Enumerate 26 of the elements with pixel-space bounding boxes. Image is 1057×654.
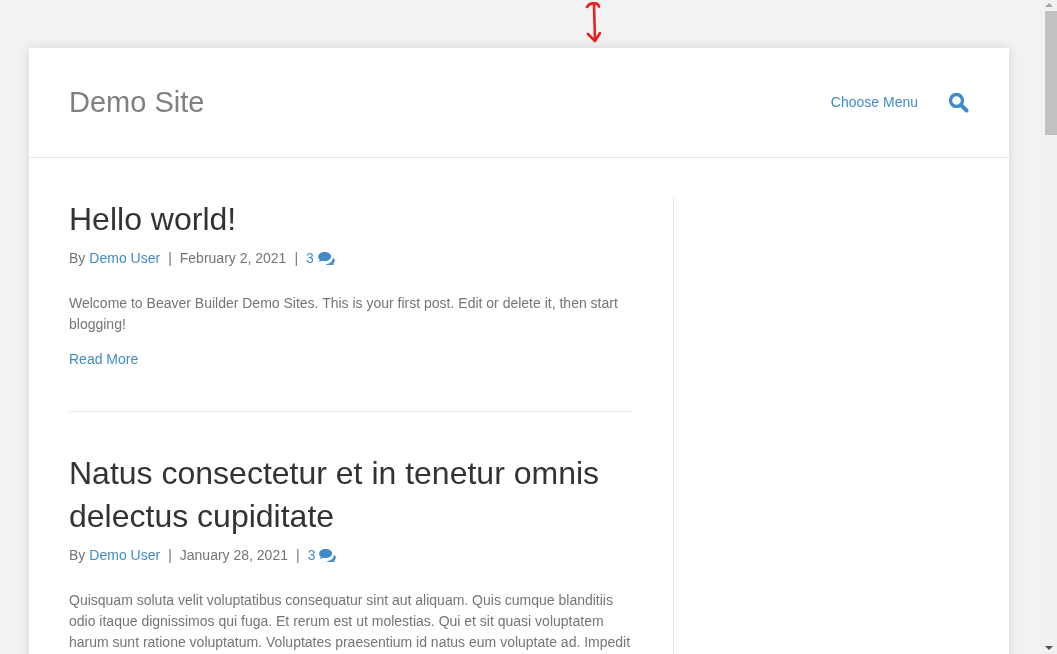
search-icon bbox=[948, 92, 969, 113]
post-excerpt: Quisquam soluta velit voluptatibus consequatur sint aut aliquam. Quis cumque blanditiis odio itaque dignissimos qui fuga. Et rerum est ut molestias. Qui et sit quasi voluptatem harum sunt ratione voluptatum. Voluptates praesentium id natus eum voluptate ad. Impedit bbox=[69, 591, 632, 652]
comments-icon bbox=[319, 549, 337, 562]
scroll-up-arrow-icon[interactable] bbox=[1044, 3, 1053, 7]
scrollbar-thumb[interactable] bbox=[1044, 11, 1057, 135]
scroll-down-arrow-icon[interactable] bbox=[1044, 646, 1053, 650]
search-button[interactable] bbox=[948, 92, 969, 113]
meta-separator: | bbox=[168, 249, 172, 268]
byline-label: By bbox=[69, 249, 86, 268]
menu-link[interactable]: Choose Menu bbox=[830, 91, 918, 112]
site-title: Demo Site bbox=[69, 84, 205, 120]
post-title[interactable]: Natus consectetur et in tenetur omnis delectus cupiditate bbox=[69, 452, 633, 538]
meta-separator: | bbox=[296, 546, 300, 565]
read-more-link[interactable]: Read More bbox=[69, 349, 139, 370]
post-date: January 28, 2021 bbox=[179, 546, 288, 565]
author-link[interactable]: Demo User bbox=[89, 248, 161, 269]
comments-icon bbox=[317, 252, 335, 265]
meta-separator: | bbox=[168, 546, 172, 565]
post-excerpt: Welcome to Beaver Builder Demo Sites. This is your first post. Edit or delete it, then start blogging! bbox=[69, 294, 619, 334]
comment-count-link[interactable]: 3 bbox=[306, 248, 314, 269]
post-date: February 2, 2021 bbox=[179, 249, 287, 268]
meta-separator: | bbox=[294, 249, 299, 268]
comment-count-link[interactable]: 3 bbox=[307, 545, 316, 566]
post-title[interactable]: Hello world! bbox=[69, 198, 633, 241]
byline-label: By bbox=[69, 546, 86, 565]
author-link[interactable]: Demo User bbox=[89, 545, 161, 566]
